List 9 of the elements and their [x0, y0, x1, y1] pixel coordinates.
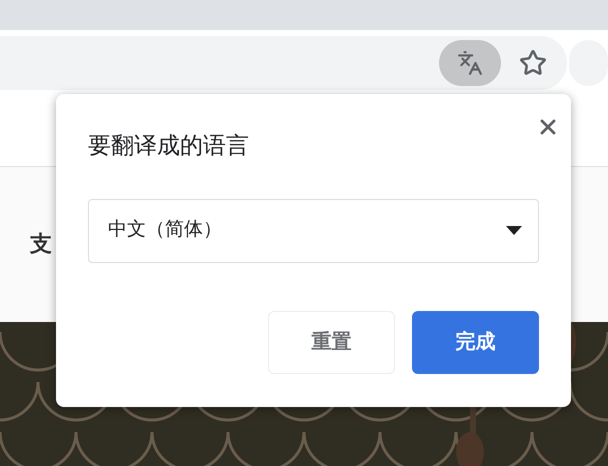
translate-icon [456, 50, 483, 76]
dialog-title: 要翻译成的语言 [88, 131, 249, 160]
star-icon [518, 48, 547, 76]
done-button[interactable]: 完成 [412, 310, 539, 374]
dropdown-arrow-icon [506, 226, 522, 235]
translate-button[interactable] [438, 40, 501, 86]
language-select[interactable]: 中文（简体） [88, 198, 539, 262]
page-text: 支 [30, 230, 52, 258]
reset-button[interactable]: 重置 [268, 310, 395, 374]
